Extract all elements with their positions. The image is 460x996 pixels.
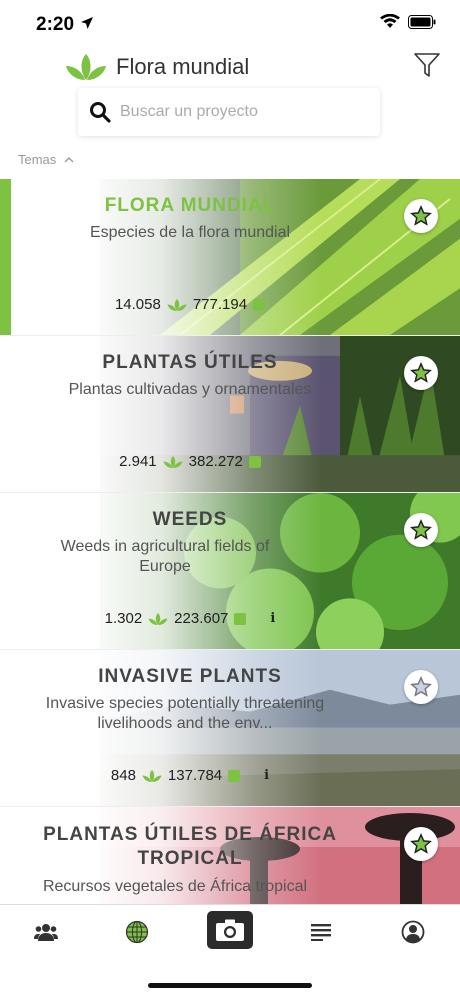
project-list: FLORA MUNDIAL Especies de la flora mundi… [0,179,460,904]
camera-button[interactable] [207,911,253,949]
card-content: PLANTAS ÚTILES Plantas cultivadas y orna… [0,336,380,492]
app-title: Flora mundial [116,54,250,79]
star-icon [410,833,432,854]
species-leaf-icon [148,612,168,625]
project-title: WEEDS [152,509,228,530]
community-icon [34,924,58,941]
project-card-invasive-plants[interactable]: INVASIVE PLANTS Invasive species potenti… [0,650,460,807]
home-indicator [148,983,312,988]
project-stats: 848 137.784 i [0,767,380,784]
status-bar: 2:20 [0,0,460,46]
chevron-up-icon [64,156,74,162]
images-count: 223.607 [174,610,229,627]
favorite-star-button[interactable] [404,356,438,390]
camera-icon [216,919,244,941]
profile-icon [401,920,425,944]
star-icon [410,205,432,226]
tab-community[interactable] [26,917,66,947]
project-card-plantas-utiles[interactable]: PLANTAS ÚTILES Plantas cultivadas y orna… [0,336,460,493]
project-stats: 1.302 223.607 i [0,610,380,627]
favorite-star-button[interactable] [404,513,438,547]
globe-icon [125,920,149,944]
status-time: 2:20 [36,14,75,35]
images-count: 137.784 [167,767,223,784]
search-input[interactable] [120,100,370,124]
project-subtitle: Especies de la flora mundial [89,224,291,241]
favorite-star-button[interactable] [404,670,438,704]
location-arrow-icon [81,17,93,29]
card-content: PLANTAS ÚTILES DE ÁFRICA TROPICAL Recurs… [0,807,380,904]
project-title: PLANTAS ÚTILES [102,352,278,373]
images-count: 382.272 [188,453,243,470]
info-icon[interactable]: i [270,611,275,626]
project-card-flora-mundial[interactable]: FLORA MUNDIAL Especies de la flora mundi… [0,179,460,336]
section-header-temas[interactable]: Temas [18,152,74,167]
project-title: PLANTAS ÚTILES DE ÁFRICA TROPICAL [43,824,337,869]
project-stats: 2.941 382.272 [0,453,380,470]
card-content: INVASIVE PLANTS Invasive species potenti… [0,650,380,806]
wifi-icon [380,14,400,28]
card-content: WEEDS Weeds in agricultural fields of Eu… [0,493,380,649]
status-indicators [380,14,436,29]
search-box[interactable] [78,88,380,136]
star-icon [410,362,432,383]
project-subtitle: Plantas cultivadas y ornamentales [68,381,312,398]
app-header: Flora mundial [0,46,460,90]
tab-profile[interactable] [393,917,433,947]
images-icon [253,298,266,311]
project-subtitle: Weeds in agricultural fields of Europe [60,538,270,575]
list-icon [311,924,331,941]
species-count: 2.941 [119,453,157,470]
star-icon [410,519,432,540]
species-leaf-icon [167,298,187,311]
battery-icon [408,14,436,29]
images-icon [228,769,241,782]
images-icon [234,612,247,625]
section-label: Temas [18,152,57,167]
project-subtitle: Recursos vegetales de África tropical [42,878,308,895]
species-count: 1.302 [104,610,143,627]
project-card-weeds[interactable]: WEEDS Weeds in agricultural fields of Eu… [0,493,460,650]
project-stats: 14.058 777.194 [0,296,380,313]
card-content: FLORA MUNDIAL Especies de la flora mundi… [0,179,380,335]
favorite-star-button[interactable] [404,827,438,861]
filter-icon[interactable] [412,50,442,80]
project-subtitle: Invasive species potentially threatening… [45,695,325,732]
species-leaf-icon [142,769,162,782]
info-icon[interactable]: i [264,768,269,783]
species-count: 14.058 [114,296,161,313]
star-outline-icon [410,676,432,697]
tab-observations[interactable] [301,917,341,947]
project-title: INVASIVE PLANTS [98,666,282,687]
species-leaf-icon [163,455,183,468]
tab-projects[interactable] [117,917,157,947]
images-icon [248,455,261,468]
plantnet-logo-icon [66,54,106,80]
project-card-plantas-utiles-africa[interactable]: PLANTAS ÚTILES DE ÁFRICA TROPICAL Recurs… [0,807,460,904]
species-count: 848 [110,767,136,784]
search-icon [90,102,111,123]
favorite-star-button[interactable] [404,199,438,233]
images-count: 777.194 [192,296,248,313]
project-title: FLORA MUNDIAL [104,195,276,216]
tab-bar [0,904,460,996]
